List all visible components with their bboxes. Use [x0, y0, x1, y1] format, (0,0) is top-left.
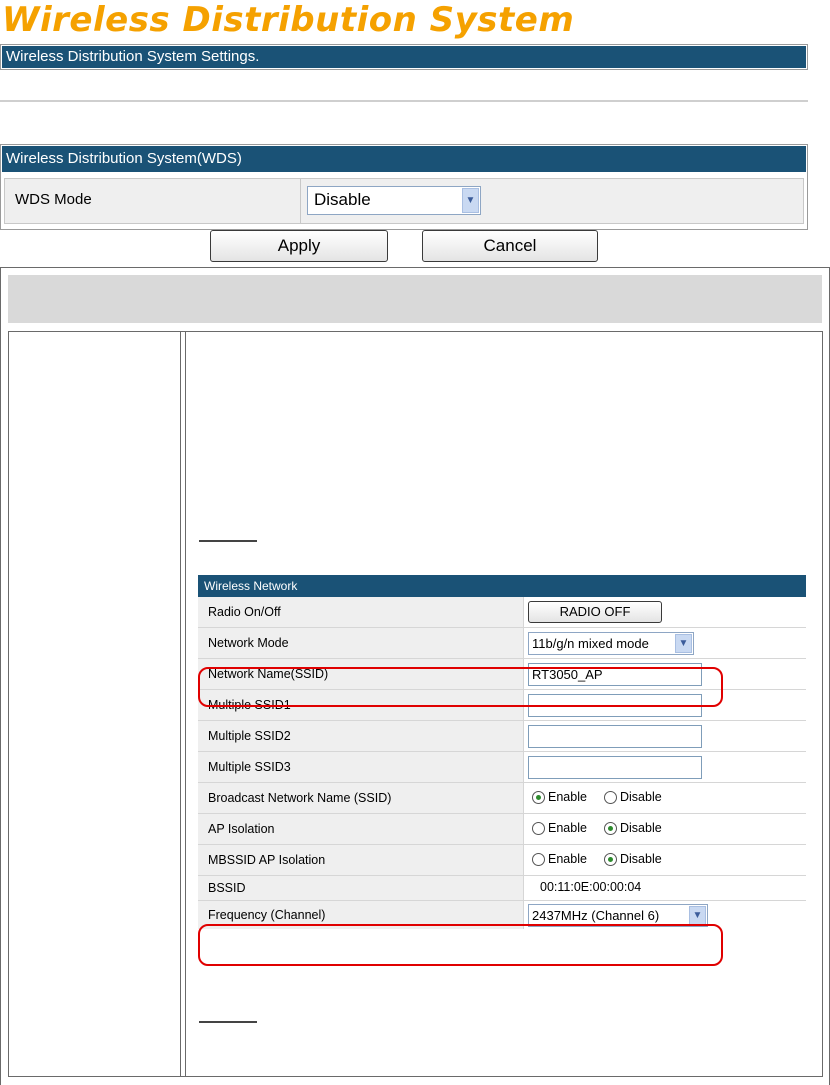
radio-label: Radio On/Off	[198, 597, 524, 627]
gray-header-band	[8, 275, 822, 323]
divider	[0, 100, 808, 102]
note-marker	[199, 1001, 257, 1023]
radio-off-button[interactable]: RADIO OFF	[528, 601, 662, 623]
mbssid-label: MBSSID AP Isolation	[198, 845, 524, 875]
enable-label: Enable	[548, 852, 587, 866]
mssid2-label: Multiple SSID2	[198, 721, 524, 751]
radio-selected-icon[interactable]	[604, 822, 617, 836]
chevron-down-icon: ▼	[462, 188, 479, 213]
wds-mode-select[interactable]: Disable ▼	[307, 186, 481, 215]
mssid2-input[interactable]	[528, 725, 702, 748]
network-mode-select[interactable]: 11b/g/n mixed mode ▼	[528, 632, 694, 655]
disable-label: Disable	[620, 852, 662, 866]
wireless-network-title: Wireless Network	[198, 575, 806, 597]
wds-section-title: Wireless Distribution System(WDS)	[2, 146, 806, 172]
radio-unselected-icon[interactable]	[532, 822, 545, 836]
frame-inner-left	[8, 331, 9, 1076]
frame-bottom-line	[8, 1076, 823, 1077]
wds-mode-value: Disable	[314, 190, 371, 209]
wds-mode-row: WDS Mode Disable ▼	[4, 178, 804, 224]
ap-isolation-label: AP Isolation	[198, 814, 524, 844]
network-mode-label: Network Mode	[198, 628, 524, 658]
frame-inner-top	[8, 331, 822, 332]
wds-section: Wireless Distribution System(WDS) WDS Mo…	[0, 144, 808, 230]
disable-label: Disable	[620, 821, 662, 835]
mssid3-label: Multiple SSID3	[198, 752, 524, 782]
mbssid-row: MBSSID AP Isolation Enable Disable	[198, 845, 806, 876]
radio-unselected-icon[interactable]	[604, 791, 617, 805]
mbssid-disable-option[interactable]: Disable	[604, 852, 662, 867]
ap-isolation-enable-option[interactable]: Enable	[532, 821, 587, 836]
ap-isolation-disable-option[interactable]: Disable	[604, 821, 662, 836]
disable-label: Disable	[620, 790, 662, 804]
mssid3-row: Multiple SSID3	[198, 752, 806, 783]
column-divider	[180, 331, 181, 1076]
wds-mode-label: WDS Mode	[15, 191, 92, 208]
frequency-value: 2437MHz (Channel 6)	[532, 908, 660, 923]
broadcast-row: Broadcast Network Name (SSID) Enable Dis…	[198, 783, 806, 814]
broadcast-label: Broadcast Network Name (SSID)	[198, 783, 524, 813]
network-mode-row: Network Mode 11b/g/n mixed mode ▼	[198, 628, 806, 659]
radio-selected-icon[interactable]	[604, 853, 617, 867]
bssid-row: BSSID 00:11:0E:00:00:04	[198, 876, 806, 901]
frequency-highlight	[198, 924, 723, 966]
cell-divider	[300, 179, 301, 223]
ssid-highlight	[198, 667, 723, 707]
ap-isolation-row: AP Isolation Enable Disable	[198, 814, 806, 845]
enable-label: Enable	[548, 821, 587, 835]
frame-inner-right	[822, 331, 823, 1076]
wireless-network-table: Wireless Network Radio On/Off RADIO OFF …	[198, 575, 806, 929]
mssid2-row: Multiple SSID2	[198, 721, 806, 752]
mbssid-enable-option[interactable]: Enable	[532, 852, 587, 867]
subtitle-bar-frame: Wireless Distribution System Settings.	[0, 44, 808, 70]
broadcast-enable-option[interactable]: Enable	[532, 790, 587, 805]
chevron-down-icon: ▼	[689, 906, 706, 925]
enable-label: Enable	[548, 790, 587, 804]
page-title: Wireless Distribution System	[2, 0, 575, 40]
chevron-down-icon: ▼	[675, 634, 692, 653]
apply-button[interactable]: Apply	[210, 230, 388, 262]
radio-unselected-icon[interactable]	[532, 853, 545, 867]
note-marker	[199, 522, 257, 542]
radio-selected-icon[interactable]	[532, 791, 545, 805]
network-mode-value: 11b/g/n mixed mode	[532, 636, 649, 651]
cancel-button[interactable]: Cancel	[422, 230, 598, 262]
bssid-label: BSSID	[198, 876, 524, 900]
column-divider-inner	[185, 331, 186, 1076]
frame-top-line	[0, 267, 830, 268]
mssid3-input[interactable]	[528, 756, 702, 779]
frame-left-line	[0, 267, 1, 1085]
radio-row: Radio On/Off RADIO OFF	[198, 597, 806, 628]
subtitle-bar: Wireless Distribution System Settings.	[2, 46, 806, 68]
bssid-value: 00:11:0E:00:00:04	[540, 880, 642, 894]
broadcast-disable-option[interactable]: Disable	[604, 790, 662, 805]
